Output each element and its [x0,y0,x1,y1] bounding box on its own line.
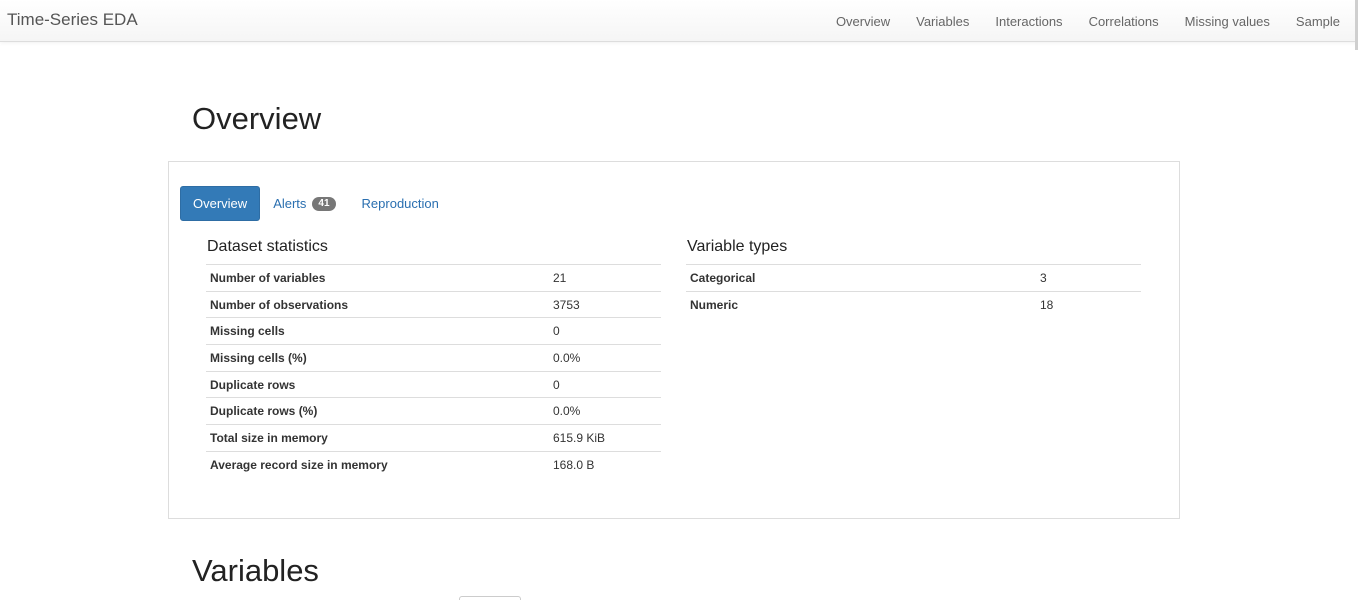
nav-link-sample[interactable]: Sample [1296,14,1340,29]
overview-tabs: Overview Alerts 41 Reproduction [180,186,452,221]
table-row: Missing cells (%) 0.0% [206,344,661,372]
nav-links: Overview Variables Interactions Correlat… [810,0,1340,42]
row-value: 3753 [553,297,580,312]
variable-types: Variable types Categorical 3 Numeric 18 [686,238,1141,318]
table-row: Average record size in memory 168.0 B [206,451,661,478]
row-label: Missing cells [210,324,285,339]
tab-alerts[interactable]: Alerts 41 [260,186,348,221]
variable-types-title: Variable types [687,238,788,255]
variable-types-table: Categorical 3 Numeric 18 [686,264,1141,318]
row-value: 0 [553,324,560,339]
variable-select-dropdown[interactable] [459,596,521,600]
row-label: Categorical [690,270,756,285]
nav-link-correlations[interactable]: Correlations [1089,14,1159,29]
table-row: Missing cells 0 [206,317,661,345]
tab-overview-label: Overview [193,196,248,211]
overview-panel: Overview Alerts 41 Reproduction Dataset … [168,161,1180,519]
row-value: 3 [1040,270,1047,285]
alerts-count-badge: 41 [312,196,336,211]
tab-alerts-label: Alerts [273,196,307,211]
tab-overview[interactable]: Overview [180,186,261,221]
row-value: 168.0 B [553,457,595,472]
variables-heading: Variables [192,553,319,588]
app-title[interactable]: Time-Series EDA [7,10,138,30]
row-value: 0 [553,377,560,392]
table-row: Total size in memory 615.9 KiB [206,424,661,452]
row-label: Duplicate rows [210,377,296,392]
table-row: Duplicate rows 0 [206,371,661,398]
table-row: Categorical 3 [686,264,1141,292]
table-row: Numeric 18 [686,291,1141,318]
table-row: Number of variables 21 [206,264,661,292]
row-value: 0.0% [553,404,581,419]
row-label: Missing cells (%) [210,350,307,365]
tab-reproduction[interactable]: Reproduction [349,186,452,221]
row-label: Total size in memory [210,430,328,445]
row-label: Average record size in memory [210,457,388,472]
dataset-statistics: Dataset statistics Number of variables 2… [206,238,661,478]
row-label: Duplicate rows (%) [210,404,318,419]
overview-heading: Overview [192,101,322,136]
table-row: Number of observations 3753 [206,291,661,318]
dataset-statistics-title: Dataset statistics [207,238,328,255]
nav-link-missing-values[interactable]: Missing values [1185,14,1270,29]
dataset-statistics-table: Number of variables 21 Number of observa… [206,264,661,478]
row-value: 18 [1040,297,1054,312]
row-value: 0.0% [553,350,581,365]
row-label: Number of observations [210,297,349,312]
nav-link-overview[interactable]: Overview [836,14,890,29]
tab-reproduction-label: Reproduction [361,196,439,211]
row-value: 615.9 KiB [553,430,606,445]
nav-link-variables[interactable]: Variables [916,14,969,29]
row-value: 21 [553,270,567,285]
nav-link-interactions[interactable]: Interactions [995,14,1062,29]
top-navbar: Time-Series EDA Overview Variables Inter… [0,0,1358,42]
row-label: Numeric [690,297,739,312]
table-row: Duplicate rows (%) 0.0% [206,397,661,425]
row-label: Number of variables [210,270,326,285]
